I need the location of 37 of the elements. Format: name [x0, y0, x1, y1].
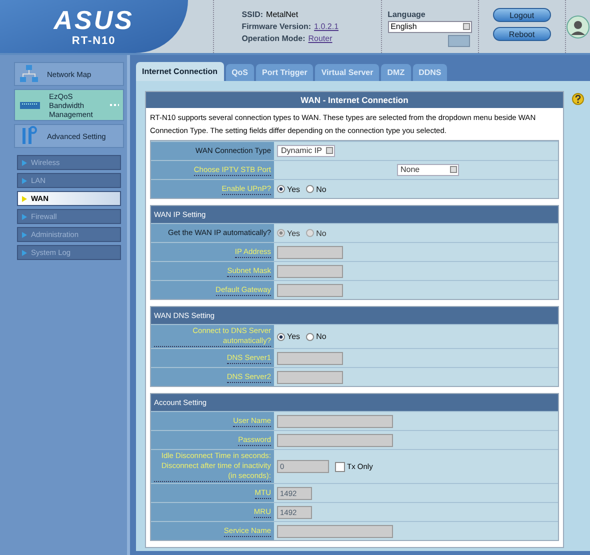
- tab[interactable]: Virtual Server: [315, 64, 380, 81]
- radio-option[interactable]: Yes: [277, 332, 300, 341]
- tab[interactable]: DDNS: [412, 64, 448, 81]
- info-label: Operation Mode:: [242, 34, 306, 43]
- panel-title: WAN - Internet Connection: [146, 92, 563, 108]
- header-button[interactable]: Logout: [492, 8, 551, 22]
- input-field[interactable]: [277, 284, 343, 296]
- info-link[interactable]: Router: [308, 34, 332, 43]
- info-link[interactable]: 1.0.2.1: [314, 22, 339, 31]
- info-label: SSID:: [242, 10, 264, 19]
- input-field[interactable]: [277, 246, 343, 258]
- network-icon: [19, 64, 39, 84]
- apply-button[interactable]: [448, 35, 470, 47]
- radio-option[interactable]: No: [306, 332, 326, 341]
- select-field[interactable]: None: [396, 164, 458, 176]
- help-icon[interactable]: [572, 93, 584, 105]
- input-field[interactable]: [277, 264, 343, 278]
- tab[interactable]: Internet Connection: [136, 62, 224, 81]
- input-field[interactable]: [277, 524, 393, 538]
- avatar-icon[interactable]: [566, 14, 590, 38]
- input-field[interactable]: [277, 370, 343, 384]
- language-dropdown[interactable]: English: [388, 21, 472, 33]
- input-field[interactable]: [277, 414, 393, 428]
- header-button[interactable]: Reboot: [492, 27, 551, 41]
- radio-option[interactable]: Yes: [277, 184, 300, 194]
- tab[interactable]: QoS: [226, 64, 254, 81]
- input-field[interactable]: [277, 434, 393, 446]
- language-label: Language: [388, 10, 426, 19]
- select-field[interactable]: Dynamic IP: [277, 145, 335, 157]
- tab[interactable]: Port Trigger: [256, 64, 314, 81]
- info-value: MetalNet: [266, 10, 298, 19]
- input-field[interactable]: [277, 352, 343, 364]
- logo: ASUS: [54, 6, 134, 32]
- tab[interactable]: DMZ: [381, 64, 411, 81]
- radio-option[interactable]: No: [306, 184, 326, 194]
- info-label: Firmware Version:: [242, 22, 312, 31]
- model-name: RT-N10: [72, 34, 116, 46]
